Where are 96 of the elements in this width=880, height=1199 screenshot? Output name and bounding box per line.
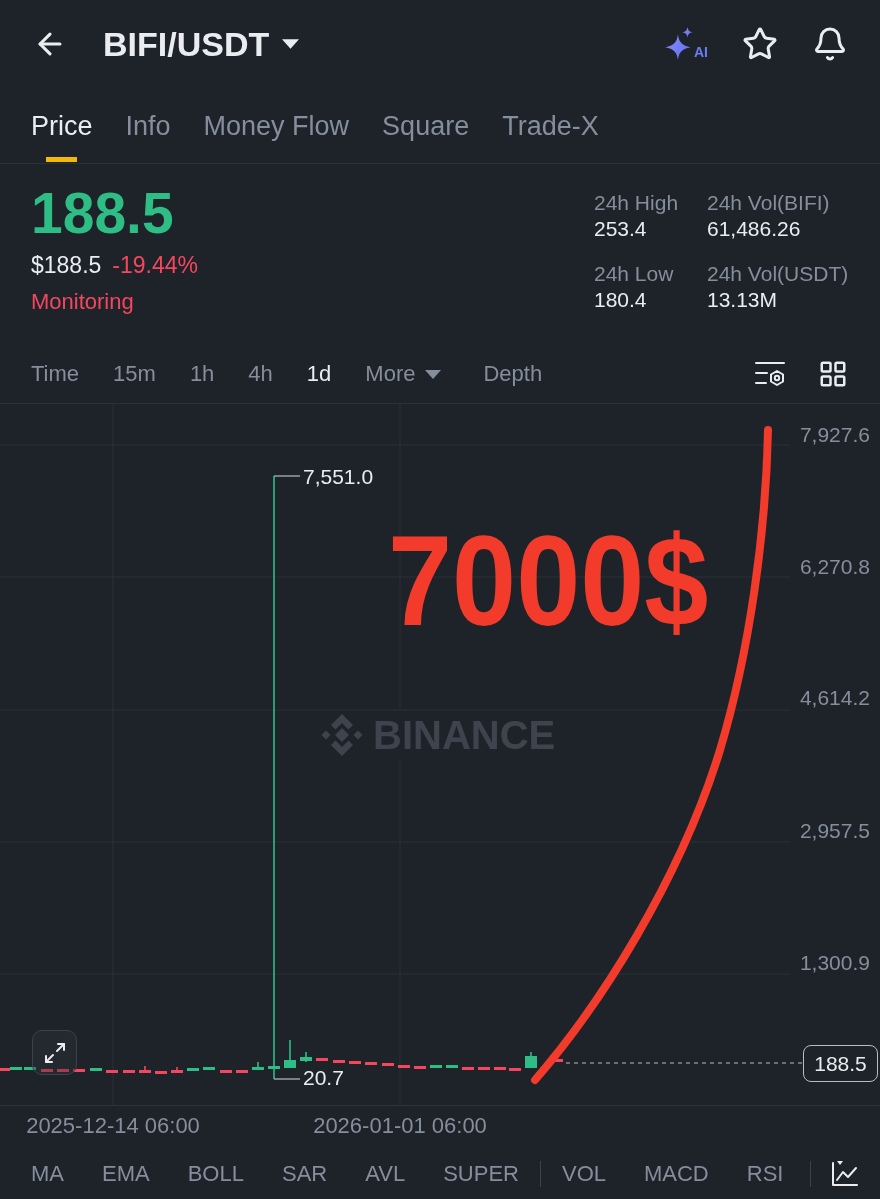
candle [509,1068,521,1071]
candle [90,1068,102,1071]
x-axis-label: 2025-12-14 06:00 [26,1113,200,1139]
grid-icon [818,359,848,389]
price-change: -19.44% [112,251,199,280]
indicator-tab[interactable]: BOLL [187,1159,244,1188]
candle [187,1068,199,1071]
stat-value: 180.4 [594,287,648,313]
candle [494,1067,506,1070]
candle [236,1070,248,1073]
interval-tab[interactable]: 1h [189,360,215,388]
candle [446,1065,458,1068]
indicator-tab[interactable]: AVL [365,1159,406,1188]
stat-label: 24h Vol(USDT) [707,261,850,287]
favorite-button[interactable] [742,26,778,62]
stat-value: 253.4 [594,216,648,242]
chart-settings-icon [755,361,785,387]
fiat-price: $188.5 [31,251,102,280]
tab[interactable]: Trade-X [502,110,599,142]
candle [349,1061,361,1064]
tab[interactable]: Square [382,110,470,142]
stat-value: 61,486.26 [707,216,802,242]
y-axis-label: 4,614.2 [799,686,870,710]
stat-label: 24h High [594,190,680,216]
high-price-label: 7,551.0 [303,465,374,489]
last-price-label: 188.5 [803,1045,878,1082]
leader-line [273,475,301,477]
indicator-tab[interactable]: RSI [746,1159,784,1188]
interval-tab[interactable]: 15m [113,360,156,388]
annotation-text: 7000$ [388,517,709,645]
depth-tab[interactable]: Depth [483,360,543,388]
candle [316,1058,328,1061]
indicator-settings-button[interactable] [830,1159,859,1188]
y-axis-label: 2,957.5 [799,819,870,843]
line-chart-icon [830,1159,859,1188]
candle [365,1062,377,1065]
candle [220,1070,232,1073]
tab[interactable]: Money Flow [203,110,350,142]
indicator-tab[interactable]: SAR [281,1159,328,1188]
indicator-tab[interactable]: SUPER [443,1159,519,1188]
caret-icon [282,39,300,49]
expand-button[interactable] [32,1030,77,1075]
notification-button[interactable] [812,26,848,62]
candle [430,1065,442,1068]
more-dropdown[interactable]: More [365,360,442,388]
candle [333,1060,345,1063]
x-axis-label: 2026-01-01 06:00 [313,1113,487,1139]
tab[interactable]: Price [31,110,93,162]
candle [478,1067,490,1070]
candle [123,1070,135,1073]
sparkle-icon [664,27,694,61]
y-axis-label: 6,270.8 [799,555,870,579]
candle [139,1065,151,1074]
stat-label: 24h Low [594,261,675,287]
chart-settings-button[interactable] [755,361,785,387]
indicator-tab[interactable]: VOL [561,1159,606,1188]
candle [300,1051,312,1063]
leader-line [273,1078,301,1080]
ai-assistant-button[interactable]: AI [664,27,708,61]
status-label: Monitoring [31,288,134,316]
interval-tab[interactable]: 1d [306,360,332,388]
interval-tab[interactable]: 4h [248,360,273,388]
stat-value: 13.13M [707,287,779,313]
indicator-tab[interactable]: MA [31,1159,64,1188]
candle [203,1067,215,1070]
expand-icon [42,1040,67,1065]
candle [398,1065,410,1068]
diamond-logo-icon [320,713,364,757]
last-price: 188.5 [31,183,174,243]
star-icon [742,26,778,62]
candle [284,1039,296,1069]
y-axis-label: 7,927.6 [799,423,870,447]
candle [73,1069,85,1072]
candle [24,1067,36,1070]
indicator-tab[interactable]: EMA [102,1159,150,1188]
candle [57,1069,69,1072]
y-axis-label: 1,300.9 [799,951,870,975]
indicator-tab[interactable]: MACD [644,1159,709,1188]
candle [106,1070,118,1073]
tab[interactable]: Info [125,110,171,142]
tab-underline [46,157,78,162]
candle [171,1066,183,1074]
candle [41,1069,53,1072]
candle [462,1067,474,1070]
candle [252,1061,264,1071]
layout-button[interactable] [818,359,848,389]
candle [525,1051,537,1069]
low-price-label: 20.7 [303,1066,344,1090]
bell-icon [812,26,848,62]
caret-icon [425,369,442,379]
candle [155,1071,167,1074]
candle [414,1066,426,1069]
stat-label: 24h Vol(BIFI) [707,190,831,216]
pair-selector[interactable]: BIFI/USDT [103,24,300,64]
interval-tab[interactable]: Time [31,360,80,388]
candle [382,1063,394,1066]
